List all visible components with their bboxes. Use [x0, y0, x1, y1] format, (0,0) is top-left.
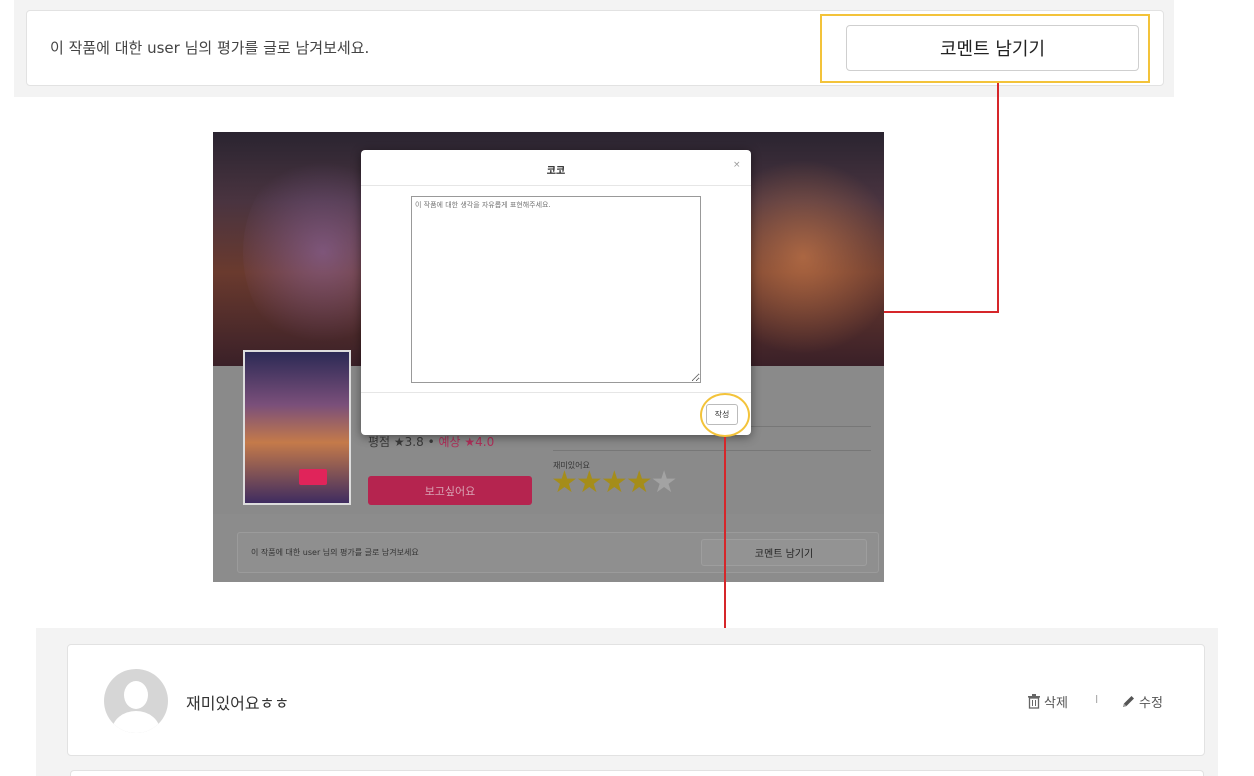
- modal-title: 코코: [546, 166, 566, 177]
- leave-comment-button[interactable]: 코멘트 남기기: [846, 25, 1139, 71]
- trash-icon: [1028, 694, 1040, 709]
- edit-label: 수정: [1139, 696, 1163, 711]
- action-separator: I: [1095, 693, 1099, 706]
- star-filled-icon[interactable]: ★: [626, 465, 653, 500]
- comment-modal: 코코 × 작성: [361, 150, 751, 435]
- connector-line-vertical: [724, 437, 726, 637]
- star-filled-icon[interactable]: ★: [601, 465, 628, 500]
- predicted-rating: 예상 ★4.0: [438, 435, 495, 449]
- rating-separator: •: [427, 435, 435, 449]
- modal-footer-divider: [361, 392, 751, 393]
- delete-label: 삭제: [1044, 696, 1068, 711]
- connector-line-vertical: [997, 83, 999, 313]
- poster-logo: [299, 469, 327, 485]
- comment-text: 재미있어요ㅎㅎ: [186, 694, 290, 713]
- star-rating[interactable]: ★★★★★: [551, 465, 678, 500]
- movie-poster: [243, 350, 351, 505]
- close-icon[interactable]: ×: [733, 160, 741, 170]
- rating-line: 평점 ★3.8 • 예상 ★4.0: [368, 433, 494, 450]
- avatar-body: [112, 711, 160, 733]
- comment-prompt-text: 이 작품에 대한 user 님의 평가를 글로 남겨보세요: [251, 548, 419, 557]
- star-empty-icon[interactable]: ★: [651, 465, 678, 500]
- highlight-circle: [700, 393, 750, 437]
- pencil-icon: [1123, 696, 1134, 707]
- divider: [553, 450, 871, 451]
- edit-button[interactable]: 수정: [1121, 692, 1163, 711]
- movie-page-screenshot: 평점 ★3.8 • 예상 ★4.0 보고싶어요 재미있어요 ★★★★★ 이 작품…: [213, 132, 884, 582]
- average-rating: 평점 ★3.8: [368, 435, 424, 449]
- comment-textarea[interactable]: [411, 196, 701, 383]
- star-filled-icon[interactable]: ★: [576, 465, 603, 500]
- comment-prompt-text: 이 작품에 대한 user 님의 평가를 글로 남겨보세요.: [50, 39, 370, 57]
- star-filled-icon[interactable]: ★: [551, 465, 578, 500]
- avatar-head: [124, 681, 148, 709]
- avatar: [104, 669, 168, 733]
- delete-button[interactable]: 삭제: [1027, 692, 1068, 711]
- want-to-see-button[interactable]: 보고싶어요: [368, 476, 532, 505]
- next-comment-card: [70, 770, 1204, 776]
